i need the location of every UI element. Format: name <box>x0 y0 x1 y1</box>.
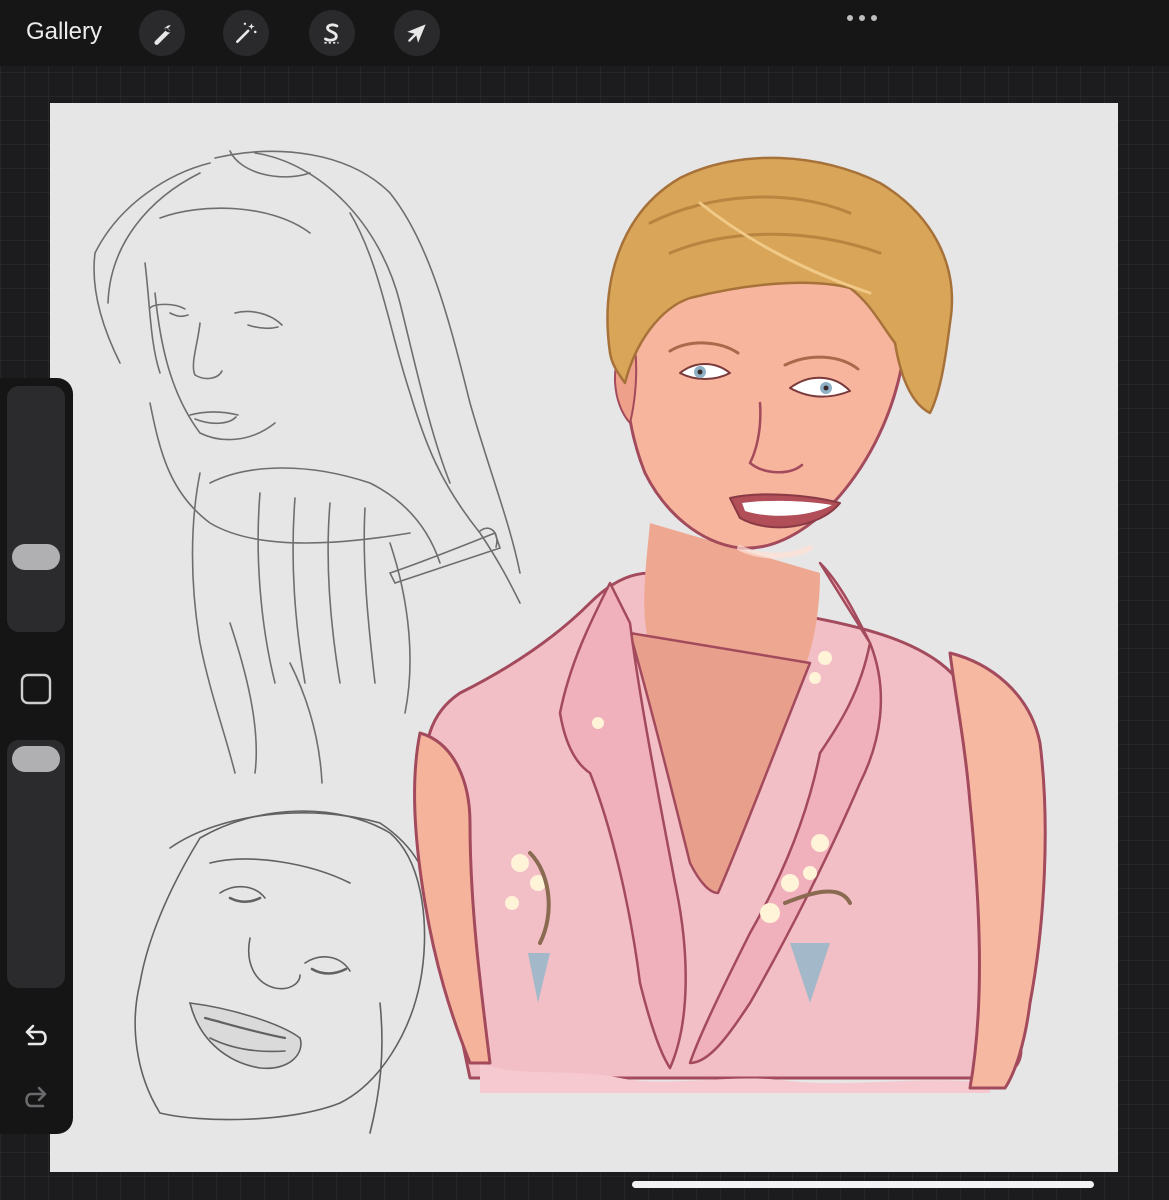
wrench-icon <box>154 25 171 45</box>
undo-button[interactable] <box>16 1016 56 1056</box>
redo-arrow-icon <box>25 1086 47 1108</box>
actions-button[interactable] <box>139 10 185 56</box>
pencil-sketch-smiling-face <box>134 810 432 1134</box>
home-indicator[interactable] <box>632 1181 1094 1188</box>
pencil-sketch-over-shoulder <box>93 150 521 784</box>
painted-portrait <box>413 156 1047 1093</box>
brush-size-slider[interactable] <box>7 386 65 632</box>
more-options-button[interactable] <box>842 8 882 28</box>
drawing-canvas[interactable] <box>50 103 1118 1172</box>
redo-button[interactable] <box>16 1078 56 1118</box>
gallery-button[interactable]: Gallery <box>26 16 102 48</box>
opacity-slider[interactable] <box>7 740 65 988</box>
adjustments-button[interactable] <box>223 10 269 56</box>
transform-button[interactable] <box>394 10 440 56</box>
ellipsis-icon <box>847 15 877 21</box>
modify-button[interactable] <box>19 672 53 706</box>
selection-button[interactable] <box>309 10 355 56</box>
opacity-thumb[interactable] <box>12 746 60 772</box>
artwork <box>93 150 1047 1134</box>
brush-sidebar <box>0 378 73 1134</box>
top-toolbar: Gallery <box>0 0 1169 66</box>
arrow-cursor-icon <box>407 24 426 43</box>
magic-wand-icon <box>236 22 257 43</box>
brush-size-thumb[interactable] <box>12 544 60 570</box>
square-icon <box>20 673 52 705</box>
selection-s-icon <box>324 23 339 44</box>
undo-arrow-icon <box>25 1024 47 1046</box>
